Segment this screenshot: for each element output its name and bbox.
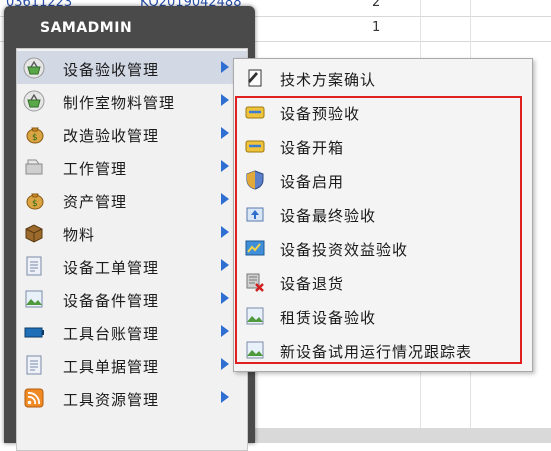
upload-icon: [246, 207, 264, 222]
start-menu: SAMADMIN 设备验收管理 制作室物料管理 $ 改造验收管理 工作管理 $ …: [4, 6, 255, 451]
menu-item-renovation-acceptance[interactable]: $ 改造验收管理: [17, 117, 247, 150]
menu-item-tool-ledger[interactable]: 工具台账管理: [17, 315, 247, 348]
table-cell: 2: [372, 0, 381, 10]
image-icon: [246, 341, 264, 359]
chevron-right-icon: [221, 94, 229, 106]
document-icon: [26, 355, 42, 375]
chevron-right-icon: [221, 226, 229, 238]
basket-icon: [23, 57, 45, 79]
svg-text:$: $: [32, 199, 38, 209]
box-icon: [25, 224, 43, 243]
submenu-item-investment-benefit[interactable]: 设备投资效益验收: [234, 231, 532, 265]
submenu-item-label: 技术方案确认: [280, 71, 377, 89]
menu-list: 设备验收管理 制作室物料管理 $ 改造验收管理 工作管理 $ 资产管理 物料 设…: [16, 48, 248, 451]
status-bar: [255, 428, 551, 443]
menu-item-label: 工具资源管理: [63, 391, 160, 409]
submenu-item-tech-plan-confirm[interactable]: 技术方案确认: [234, 61, 532, 95]
chevron-right-icon: [221, 160, 229, 172]
chevron-right-icon: [221, 127, 229, 139]
folder-icon: [25, 159, 43, 175]
submenu-item-final-acceptance[interactable]: 设备最终验收: [234, 197, 532, 231]
menu-item-label: 工具单据管理: [63, 358, 160, 376]
chevron-right-icon: [221, 292, 229, 304]
menu-item-tool-documents[interactable]: 工具单据管理: [17, 348, 247, 381]
menu-item-label: 设备工单管理: [63, 259, 160, 277]
chevron-right-icon: [221, 358, 229, 370]
handshake-icon: [245, 106, 265, 119]
menu-item-materials[interactable]: 物料: [17, 216, 247, 249]
menu-item-studio-materials[interactable]: 制作室物料管理: [17, 84, 247, 117]
submenu-item-label: 设备开箱: [280, 139, 345, 157]
handshake-icon: [245, 140, 265, 153]
submenu-item-label: 设备退货: [280, 275, 345, 293]
submenu-item-label: 设备投资效益验收: [280, 241, 409, 259]
submenu-item-label: 设备预验收: [280, 105, 361, 123]
menu-item-asset-management[interactable]: $ 资产管理: [17, 183, 247, 216]
basket-icon: [23, 90, 45, 112]
image-icon: [25, 290, 43, 308]
menu-item-label: 物料: [63, 226, 96, 244]
menu-item-spare-parts[interactable]: 设备备件管理: [17, 282, 247, 315]
money-bag-icon: $: [26, 193, 44, 210]
chevron-right-icon: [221, 61, 229, 73]
submenu-item-label: 设备启用: [280, 173, 345, 191]
menu-item-label: 资产管理: [63, 193, 128, 211]
menu-item-label: 制作室物料管理: [63, 94, 176, 112]
table-cell: 1: [372, 20, 381, 35]
menu-item-label: 工具台账管理: [63, 325, 160, 343]
chevron-right-icon: [221, 259, 229, 271]
menu-item-label: 工作管理: [63, 160, 128, 178]
money-bag-icon: $: [26, 127, 44, 144]
chevron-right-icon: [221, 391, 229, 403]
shield-icon: [246, 170, 264, 190]
submenu-item-lease-acceptance[interactable]: 租赁设备验收: [234, 299, 532, 333]
menu-item-work-orders[interactable]: 设备工单管理: [17, 249, 247, 282]
document-icon: [26, 256, 42, 276]
menu-item-equipment-acceptance[interactable]: 设备验收管理: [17, 51, 247, 84]
menu-item-label: 设备备件管理: [63, 292, 160, 310]
menu-item-tool-resources[interactable]: 工具资源管理: [17, 381, 247, 414]
submenu-item-return[interactable]: 设备退货: [234, 265, 532, 299]
pen-document-icon: [248, 69, 262, 87]
chevron-right-icon: [221, 193, 229, 205]
delete-icon: [246, 273, 264, 292]
battery-icon: [24, 327, 44, 338]
submenu-item-label: 租赁设备验收: [280, 309, 377, 327]
menu-title: SAMADMIN: [40, 20, 133, 36]
chevron-right-icon: [221, 325, 229, 337]
svg-text:$: $: [32, 133, 38, 143]
submenu-item-label: 新设备试用运行情况跟踪表: [280, 343, 473, 361]
submenu-item-activation[interactable]: 设备启用: [234, 163, 532, 197]
menu-item-label: 设备验收管理: [63, 61, 160, 79]
rss-icon: [24, 388, 44, 408]
submenu-item-pre-acceptance[interactable]: 设备预验收: [234, 95, 532, 129]
submenu-item-label: 设备最终验收: [280, 207, 377, 225]
image-icon: [246, 307, 264, 325]
menu-item-work-management[interactable]: 工作管理: [17, 150, 247, 183]
chart-icon: [245, 240, 265, 256]
submenu-item-unboxing[interactable]: 设备开箱: [234, 129, 532, 163]
submenu-item-trial-tracking[interactable]: 新设备试用运行情况跟踪表: [234, 333, 532, 367]
menu-item-label: 改造验收管理: [63, 127, 160, 145]
submenu-equipment-acceptance: 技术方案确认 设备预验收 设备开箱 设备启用 设备最终验收 设备投资效益验收 设…: [233, 58, 533, 372]
